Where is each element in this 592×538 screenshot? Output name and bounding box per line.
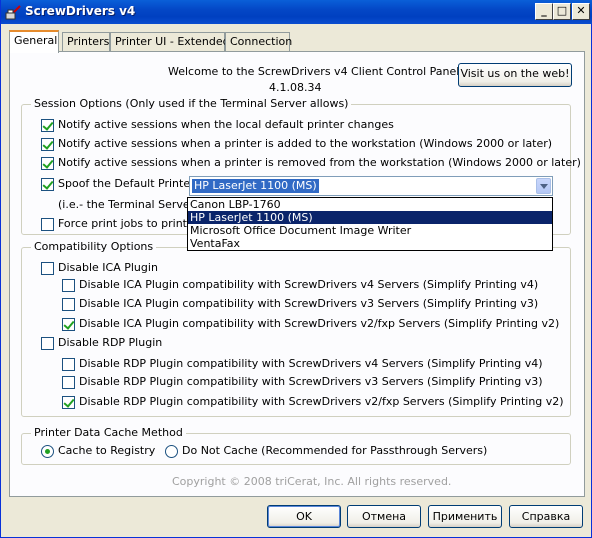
main-window: ScrewDrivers v4 _ □ ✕ General Printers P… (0, 0, 592, 538)
cache-method-title: Printer Data Cache Method (31, 426, 186, 439)
chevron-down-icon[interactable] (536, 178, 551, 194)
disable-ica-v3-label: Disable ICA Plugin compatibility with Sc… (79, 297, 539, 310)
window-title: ScrewDrivers v4 (25, 4, 136, 18)
disable-rdp-v3-label: Disable RDP Plugin compatibility with Sc… (79, 375, 543, 388)
spoof-printer-select[interactable]: HP LaserJet 1100 (MS) (189, 176, 553, 196)
notify-printer-removed-label: Notify active sessions when a printer is… (58, 156, 581, 169)
tab-printers[interactable]: Printers (62, 32, 110, 51)
minimize-icon: _ (541, 4, 547, 17)
apply-label: Применить (432, 510, 498, 523)
tab-label: Printer UI - Extended (115, 35, 230, 48)
cache-to-registry-label: Cache to Registry (58, 444, 156, 457)
cancel-label: Отмена (361, 510, 407, 523)
terminal-server-note: (i.e.- the Terminal Server w (58, 198, 207, 211)
session-options-title: Session Options (Only used if the Termin… (31, 97, 352, 110)
dropdown-option[interactable]: Canon LBP-1760 (188, 198, 552, 211)
title-bar: ScrewDrivers v4 _ □ ✕ (1, 0, 592, 24)
general-panel: Welcome to the ScrewDrivers v4 Client Co… (9, 51, 585, 497)
disable-ica-label: Disable ICA Plugin (58, 261, 158, 274)
disable-rdp-v2-label: Disable RDP Plugin compatibility with Sc… (79, 395, 564, 408)
compatibility-options-title: Compatibility Options (31, 240, 157, 253)
force-print-jobs-label: Force print jobs to print in (58, 217, 201, 230)
visit-web-button[interactable]: Visit us on the web! (458, 63, 572, 87)
spoof-printer-selected: HP LaserJet 1100 (MS) (192, 179, 319, 193)
tab-label: Printers (67, 35, 110, 48)
tab-label: Connection (230, 35, 293, 48)
spoof-default-printer-label: Spoof the Default Printer: (58, 177, 199, 190)
disable-rdp-v2-checkbox[interactable] (62, 396, 75, 409)
dropdown-option[interactable]: Microsoft Office Document Image Writer (188, 224, 552, 237)
disable-ica-v4-label: Disable ICA Plugin compatibility with Sc… (79, 278, 539, 291)
disable-rdp-v4-checkbox[interactable] (62, 358, 75, 371)
close-button[interactable]: ✕ (572, 3, 590, 20)
disable-rdp-v4-label: Disable RDP Plugin compatibility with Sc… (79, 357, 543, 370)
notify-default-change-checkbox[interactable] (41, 119, 54, 132)
tab-printer-ui-extended[interactable]: Printer UI - Extended (110, 32, 230, 51)
spoof-printer-dropdown-list: Canon LBP-1760 HP LaserJet 1100 (MS) Mic… (187, 197, 553, 251)
tab-connection[interactable]: Connection (225, 32, 293, 51)
help-button[interactable]: Справка (509, 505, 583, 528)
notify-printer-added-label: Notify active sessions when a printer is… (58, 137, 553, 150)
disable-rdp-checkbox[interactable] (41, 337, 54, 350)
help-label: Справка (521, 510, 571, 523)
notify-printer-added-checkbox[interactable] (41, 138, 54, 151)
disable-rdp-v3-checkbox[interactable] (62, 376, 75, 389)
version-text: 4.1.08.34 (269, 81, 322, 94)
dropdown-option-selected[interactable]: HP LaserJet 1100 (MS) (188, 211, 552, 224)
close-icon: ✕ (576, 4, 586, 17)
disable-ica-v2-checkbox[interactable] (62, 318, 75, 331)
do-not-cache-radio[interactable] (165, 445, 178, 458)
notify-printer-removed-checkbox[interactable] (41, 157, 54, 170)
welcome-text: Welcome to the ScrewDrivers v4 Client Co… (168, 65, 464, 78)
visit-web-label: Visit us on the web! (460, 67, 570, 80)
disable-ica-v2-label: Disable ICA Plugin compatibility with Sc… (79, 317, 560, 330)
maximize-icon: □ (556, 4, 568, 17)
dropdown-option[interactable]: VentaFax (188, 237, 552, 250)
ok-button[interactable]: OK (267, 505, 341, 528)
notify-default-change-label: Notify active sessions when the local de… (58, 118, 394, 131)
apply-button[interactable]: Применить (428, 505, 502, 528)
disable-ica-checkbox[interactable] (41, 262, 54, 275)
tab-label: General (14, 34, 58, 47)
force-print-jobs-checkbox[interactable] (41, 218, 54, 231)
disable-rdp-label: Disable RDP Plugin (58, 336, 163, 349)
disable-ica-v4-checkbox[interactable] (62, 279, 75, 292)
disable-ica-v3-checkbox[interactable] (62, 298, 75, 311)
cache-to-registry-radio[interactable] (41, 445, 54, 458)
ok-label: OK (296, 510, 312, 523)
do-not-cache-label: Do Not Cache (Recommended for Passthroug… (182, 444, 488, 457)
cancel-button[interactable]: Отмена (347, 505, 421, 528)
screwdriver-app-icon (5, 5, 21, 20)
spoof-default-printer-checkbox[interactable] (41, 178, 54, 191)
copyright-text: Copyright © 2008 triCerat, Inc. All righ… (172, 475, 452, 488)
minimize-button[interactable]: _ (535, 3, 553, 20)
maximize-button[interactable]: □ (553, 3, 571, 20)
tab-general[interactable]: General (9, 30, 59, 53)
